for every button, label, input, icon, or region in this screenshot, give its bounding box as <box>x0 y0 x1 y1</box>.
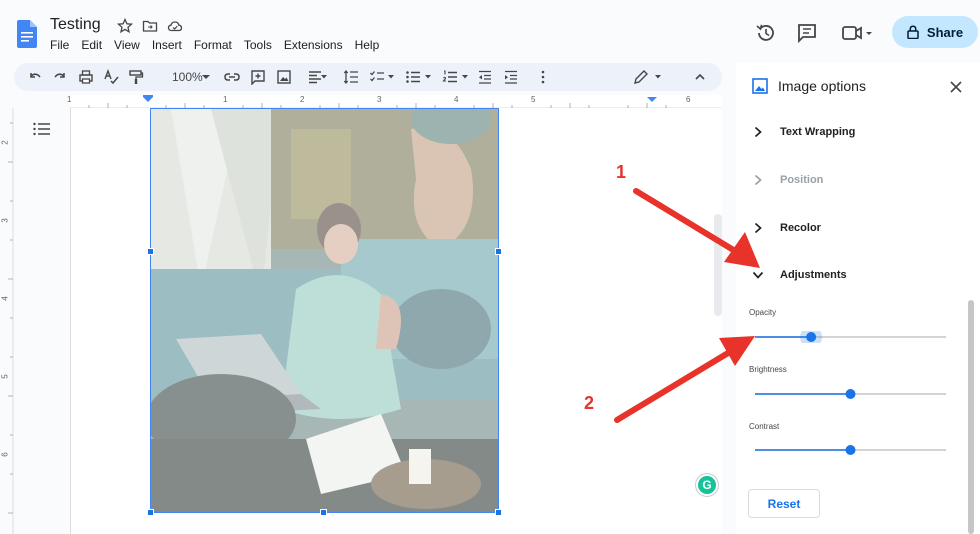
add-comment-icon[interactable] <box>250 69 266 85</box>
print-icon[interactable] <box>78 69 94 85</box>
chevron-right-icon <box>754 222 762 234</box>
vertical-ruler-mark: 6 <box>0 452 10 457</box>
chevron-down-icon[interactable] <box>198 69 214 85</box>
section-adjustments[interactable]: Adjustments <box>752 269 847 281</box>
section-position[interactable]: Position <box>752 174 823 186</box>
grammarly-icon[interactable]: G <box>696 474 718 496</box>
formatting-toolbar: 100% <box>14 63 722 91</box>
spellcheck-icon[interactable] <box>103 69 119 85</box>
numbered-list-icon[interactable] <box>442 69 458 85</box>
editing-mode-dropdown-icon[interactable] <box>653 69 663 85</box>
cloud-saved-icon[interactable] <box>166 18 184 34</box>
resize-handle-bottom-right[interactable] <box>495 509 502 516</box>
brightness-slider[interactable] <box>755 388 946 400</box>
resize-handle-bottom[interactable] <box>320 509 327 516</box>
annotation-number-1: 1 <box>616 162 627 182</box>
chevron-right-icon <box>754 126 762 138</box>
resize-handle-bottom-left[interactable] <box>147 509 154 516</box>
document-title[interactable]: Testing <box>50 16 101 34</box>
ruler-mark: 5 <box>531 95 536 104</box>
panel-scrollbar[interactable] <box>968 300 974 534</box>
menu-tools[interactable]: Tools <box>244 38 272 52</box>
selected-image[interactable] <box>150 108 499 513</box>
line-spacing-icon[interactable] <box>343 69 359 85</box>
menu-format[interactable]: Format <box>194 38 232 52</box>
menu-extensions[interactable]: Extensions <box>284 38 343 52</box>
reset-button[interactable]: Reset <box>748 489 820 518</box>
paint-format-icon[interactable] <box>128 69 144 85</box>
undo-icon[interactable] <box>27 69 43 85</box>
panel-title: Image options <box>778 78 866 94</box>
menu-help[interactable]: Help <box>355 38 380 52</box>
comments-icon[interactable] <box>795 22 819 44</box>
vertical-ruler-mark: 4 <box>0 296 10 301</box>
opacity-slider[interactable] <box>755 331 946 343</box>
bullets-dropdown-icon[interactable] <box>423 69 433 85</box>
ruler-mark: 1 <box>223 95 228 104</box>
section-text-wrapping[interactable]: Text Wrapping <box>752 126 855 138</box>
woman-laptop-photo <box>151 109 498 512</box>
ruler-mark: 2 <box>300 95 305 104</box>
ruler-mark: 6 <box>686 95 691 104</box>
vertical-ruler-mark: 3 <box>0 218 10 223</box>
version-history-icon[interactable] <box>754 22 778 44</box>
align-dropdown-icon[interactable] <box>319 69 329 85</box>
numbers-dropdown-icon[interactable] <box>460 69 470 85</box>
chevron-down-icon <box>752 271 764 279</box>
redo-icon[interactable] <box>52 69 68 85</box>
menu-view[interactable]: View <box>114 38 140 52</box>
section-label: Adjustments <box>780 269 847 281</box>
menu-bar: File Edit View Insert Format Tools Exten… <box>50 38 391 52</box>
more-options-icon[interactable] <box>535 69 551 85</box>
annotation-number-2: 2 <box>584 393 595 413</box>
section-label: Text Wrapping <box>780 126 856 138</box>
contrast-slider[interactable] <box>755 444 946 456</box>
move-folder-icon[interactable] <box>141 18 159 34</box>
vertical-ruler[interactable] <box>0 108 14 534</box>
horizontal-ruler[interactable] <box>0 95 722 109</box>
menu-file[interactable]: File <box>50 38 69 52</box>
docs-logo-icon[interactable] <box>17 20 37 48</box>
image-icon <box>752 78 768 94</box>
vertical-ruler-mark: 2 <box>0 140 10 145</box>
collapse-toolbar-icon[interactable] <box>692 69 708 85</box>
resize-handle-left[interactable] <box>147 248 154 255</box>
contrast-label: Contrast <box>749 422 780 431</box>
brightness-label: Brightness <box>749 365 787 374</box>
editing-mode-pencil-icon[interactable] <box>633 69 649 85</box>
ruler-mark: 4 <box>454 95 459 104</box>
document-outline-icon[interactable] <box>33 122 51 136</box>
lock-icon <box>907 25 919 39</box>
resize-handle-right[interactable] <box>495 248 502 255</box>
share-label: Share <box>926 24 964 40</box>
google-docs-window: Testing File Edit View Insert Format Too… <box>0 0 980 534</box>
checklist-dropdown-icon[interactable] <box>386 69 396 85</box>
ruler-mark: 3 <box>377 95 382 104</box>
star-icon[interactable] <box>116 18 134 34</box>
insert-link-icon[interactable] <box>224 69 240 85</box>
bulleted-list-icon[interactable] <box>405 69 421 85</box>
section-recolor[interactable]: Recolor <box>752 222 821 234</box>
increase-indent-icon[interactable] <box>503 69 519 85</box>
share-button[interactable]: Share <box>892 16 978 48</box>
menu-insert[interactable]: Insert <box>152 38 182 52</box>
section-label: Position <box>780 174 824 186</box>
document-scrollbar[interactable] <box>714 214 722 316</box>
checklist-icon[interactable] <box>369 69 385 85</box>
opacity-label: Opacity <box>749 308 777 317</box>
chevron-right-icon <box>754 174 762 186</box>
close-icon[interactable] <box>949 80 963 94</box>
menu-edit[interactable]: Edit <box>81 38 102 52</box>
section-label: Recolor <box>780 222 821 234</box>
decrease-indent-icon[interactable] <box>477 69 493 85</box>
meet-camera-icon[interactable] <box>840 22 876 44</box>
vertical-ruler-mark: 5 <box>0 374 10 379</box>
insert-image-icon[interactable] <box>276 69 292 85</box>
ruler-mark: 1 <box>67 95 72 104</box>
